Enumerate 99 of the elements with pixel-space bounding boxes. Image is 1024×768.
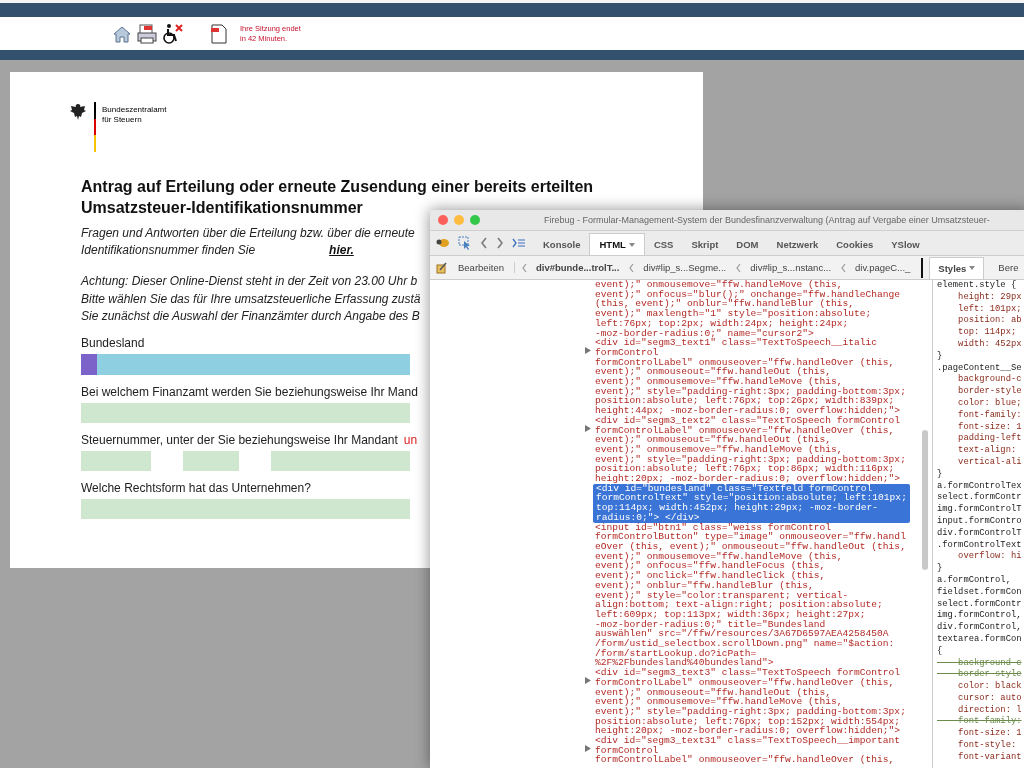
expand-icon[interactable] — [585, 347, 591, 355]
expand-icon[interactable] — [585, 424, 591, 432]
css-selector: img.formControlT — [937, 504, 1022, 516]
css-selector: .pageContent__Se — [937, 362, 1022, 374]
window-title: Firebug - Formular-Management-System der Bundesfinanzverwaltung (Antrag auf Vergabe einer Umsatzsteuer- — [544, 215, 990, 225]
css-property: top: 114px; — [957, 327, 1018, 339]
css-selector: textarea.formCon — [937, 633, 1022, 646]
required-note: un — [403, 432, 418, 447]
input-field[interactable] — [183, 450, 239, 471]
css-selector: div.formControlT — [937, 527, 1022, 540]
css-property: font-size: 1 — [957, 728, 1022, 740]
breadcrumb[interactable]: div#lip_s...nstanc... — [747, 262, 835, 273]
css-property: font-variant — [957, 751, 1022, 764]
devtools-tab[interactable]: DOM — [727, 233, 768, 255]
field-label: Steuernummer, unter der Sie beziehungsweise Ihr Mandant — [81, 432, 398, 447]
css-property: color: blue; — [957, 397, 1022, 410]
html-node-code[interactable]: <input id="btn1" class="weiss formControl formControlButton" type="image" onmouseover="ffw.handl eOver (this, event);" onmouseout="ffw.handleOut (this, event);" onmousemove="ffw.handleMove (this, event);" onfocus="ffw.handleFocus (this, event);" onclick="ffw.handleClick (this, event);" onblur="ffw.handleBlur (this, event);" style="color:transparent; vertical- align:bottom; text-align:right; position:absolute; left:609px; top:113px; width:36px; height:27px; -moz-border-radius:0;" title="Bundesland auswählen" src="/ffw/resources/3A67D6597AEA4258450A /form/ustid_selectbox.scrollDown.png" name="$action: /form/startLookup.do?icPath= %2F%2Fbundesland%40bundesland"> — [595, 522, 906, 669]
breadcrumb-separator-icon — [735, 262, 742, 273]
devtools-tab[interactable]: Konsole — [534, 233, 590, 255]
devtools-tab[interactable]: HTML — [589, 233, 645, 255]
back-icon[interactable] — [480, 237, 488, 249]
css-property: vertical-ali — [957, 456, 1022, 469]
document-icon[interactable] — [210, 23, 228, 44]
field-label: Welche Rechtsform hat das Unternehmen? — [81, 480, 311, 495]
html-node-code[interactable]: <div id="segm3_text3" class="TextToSpeech formControl formControlLabel" onmouseover="ffw.handleOver (this, event);" onmouseout="ffw.handleOut (this, event);" onmousemove="ffw.handleMove (this, event);" style="padding-right:3px; padding-bottom:3px; position:absolute; left:76px; top:152px; width:554px; height:20px; -moz-border-radius:0; overflow:hidden;"> — [595, 668, 906, 737]
devtools-tab[interactable]: YSlow — [882, 233, 929, 255]
field-label: Bundesland — [81, 335, 145, 350]
css-brace: } — [937, 468, 944, 481]
css-property: color: black — [957, 681, 1022, 693]
breadcrumb-separator-icon — [628, 262, 635, 273]
breadcrumb[interactable]: div#bunde...trolT... — [532, 262, 623, 273]
forward-icon[interactable] — [496, 237, 504, 249]
accessibility-icon[interactable] — [162, 22, 184, 45]
html-node-code[interactable]: <div id="segm3_text1" class="TextToSpeech__italic formControl formControlLabel" onmouseover="ffw.handleOver (this, event);" onmouseout="ffw.handleOut (this, event);" onmousemove="ffw.handleMove (this, event);" style="padding-right:3px; padding-bottom:3px; position:absolute; left:76px; top:26px; width:839px; height:44px; -moz-border-radius:0; overflow:hidden;"> — [595, 338, 906, 416]
css-property: border-style — [957, 386, 1022, 398]
css-selector: select.formContr — [937, 492, 1022, 504]
input-field[interactable] — [271, 450, 410, 471]
css-property: width: 452px — [957, 339, 1022, 351]
css-selector: fieldset.formCon — [937, 586, 1022, 599]
caret-icon[interactable] — [628, 242, 635, 247]
html-node-code[interactable]: event);" onmousemove="ffw.handleMove (this, event);" onfocus="blur();" onchange="ffw.handleChange (this, event);" onblur="ffw.handleBlur (this, event);" maxlength="1" style="position:absolute; left:76px; top:2px; width:24px; height:24px; -moz-border-radius:0;" name="cursor2"> — [595, 280, 901, 339]
breadcrumb[interactable]: div#lip_s...Segme... — [640, 262, 730, 273]
html-node-code[interactable]: <div id="segm3_text31" class="TextToSpeech__important formControl formControlLabel" onmouseover="ffw.handleOver (this, — [595, 736, 901, 766]
page-title: Antrag auf Erteilung oder erneute Zusendung einer bereits erteilten Umsatzsteuer-Identifikationsnummer — [81, 177, 595, 216]
devtools-tab[interactable]: Cookies — [827, 233, 883, 255]
html-node-code[interactable]: <div id="segm3_text2" class="TextToSpeech formControl formControlLabel" onmouseover="ffw.handleOver (this, event);" onmouseout="ffw.handleOut (this, event);" onmousemove="ffw.handleMove (this, event);" style="padding-right:3px; padding-bottom:3px; position:absolute; left:76px; top:86px; width:116px; height:20px; -moz-border-radius:0; overflow:hidden;"> — [595, 415, 906, 484]
css-brace: } — [937, 563, 944, 575]
command-line-icon[interactable] — [512, 238, 526, 248]
css-property: text-align: — [957, 445, 1018, 457]
expand-icon[interactable] — [585, 677, 591, 685]
css-selector: .formControlText — [937, 539, 1022, 551]
caret-icon[interactable] — [969, 266, 976, 270]
devtools-tab[interactable]: Skript — [682, 233, 728, 255]
css-property: direction: l — [957, 704, 1022, 716]
css-selector: img.formControl, — [937, 610, 1022, 622]
css-property: position: ab — [957, 315, 1022, 328]
css-selector: element.style { — [937, 280, 1018, 292]
edit-button[interactable]: Bearbeiten — [454, 262, 515, 273]
flag-stripe — [94, 102, 96, 152]
expand-icon[interactable] — [585, 745, 591, 753]
css-property: font-family: — [957, 409, 1022, 422]
css-property: cursor: auto — [957, 692, 1022, 705]
devtools-tab[interactable]: CSS — [644, 233, 683, 255]
inspect-icon[interactable] — [458, 236, 472, 250]
side-panel-tab[interactable]: Styles — [929, 256, 985, 279]
html-node-code[interactable]: <div id="bundesland" class="Textfeld formControl formControlText" style="position:absolute; left:101px; top:114px; width:452px; height:29px; -moz-border- radius:0;"> </div> — [593, 483, 910, 523]
breadcrumb-separator-icon — [520, 262, 527, 273]
css-selector: input.formContro — [937, 515, 1022, 528]
css-property: height: 29px — [957, 291, 1022, 304]
agency-name: Bundeszentralamt für Steuern — [102, 105, 167, 125]
input-field[interactable] — [81, 498, 410, 519]
edit-icon[interactable] — [436, 261, 448, 274]
css-property: overflow: hi — [957, 551, 1022, 564]
css-property: padding-left — [957, 433, 1022, 445]
scrollbar-thumb[interactable] — [922, 430, 928, 570]
css-property: font-style: — [957, 740, 1018, 752]
css-property: background-c — [957, 374, 1022, 386]
input-field[interactable] — [81, 402, 410, 423]
css-selector: div.formControl, — [937, 622, 1022, 634]
css-brace: } — [937, 350, 944, 363]
breadcrumb[interactable]: div.pageC..._ — [852, 262, 914, 273]
close-icon[interactable] — [438, 215, 448, 225]
bug-icon[interactable] — [436, 237, 450, 249]
printer-icon[interactable] — [136, 22, 158, 45]
breadcrumb-separator-icon — [840, 262, 847, 273]
help-link[interactable]: hier. — [329, 243, 354, 257]
notice-text: Achtung: Dieser Online-Dienst steht in der Zeit von 23.00 Uhr b Bitte wählen Sie das für Ihre umsatzsteuerliche Erfassung zustä Sie zunächst die Auswahl der Finanzämter durch Angabe des B — [81, 273, 421, 326]
input-field[interactable] — [81, 450, 151, 471]
css-selector: select.formContr — [937, 598, 1022, 610]
side-panel-tab[interactable]: Bere — [990, 256, 1024, 279]
css-property: left: 101px; — [957, 303, 1022, 315]
css-property: font-size: 1 — [957, 421, 1022, 433]
css-selector: a.formControl, — [937, 574, 1012, 587]
devtools-tab[interactable]: Netzwerk — [767, 233, 828, 255]
bundesland-select[interactable] — [81, 353, 410, 375]
css-selector: a.formControlTex — [937, 480, 1022, 492]
css-property: font-family: — [957, 716, 1022, 728]
field-label: Bei welchem Finanzamt werden Sie beziehungsweise Ihr Mand — [81, 384, 418, 399]
intro-text: Fragen und Antworten über die Erteilung bzw. über die erneute Identifikationsnummer finden Sie hier. — [81, 224, 415, 259]
